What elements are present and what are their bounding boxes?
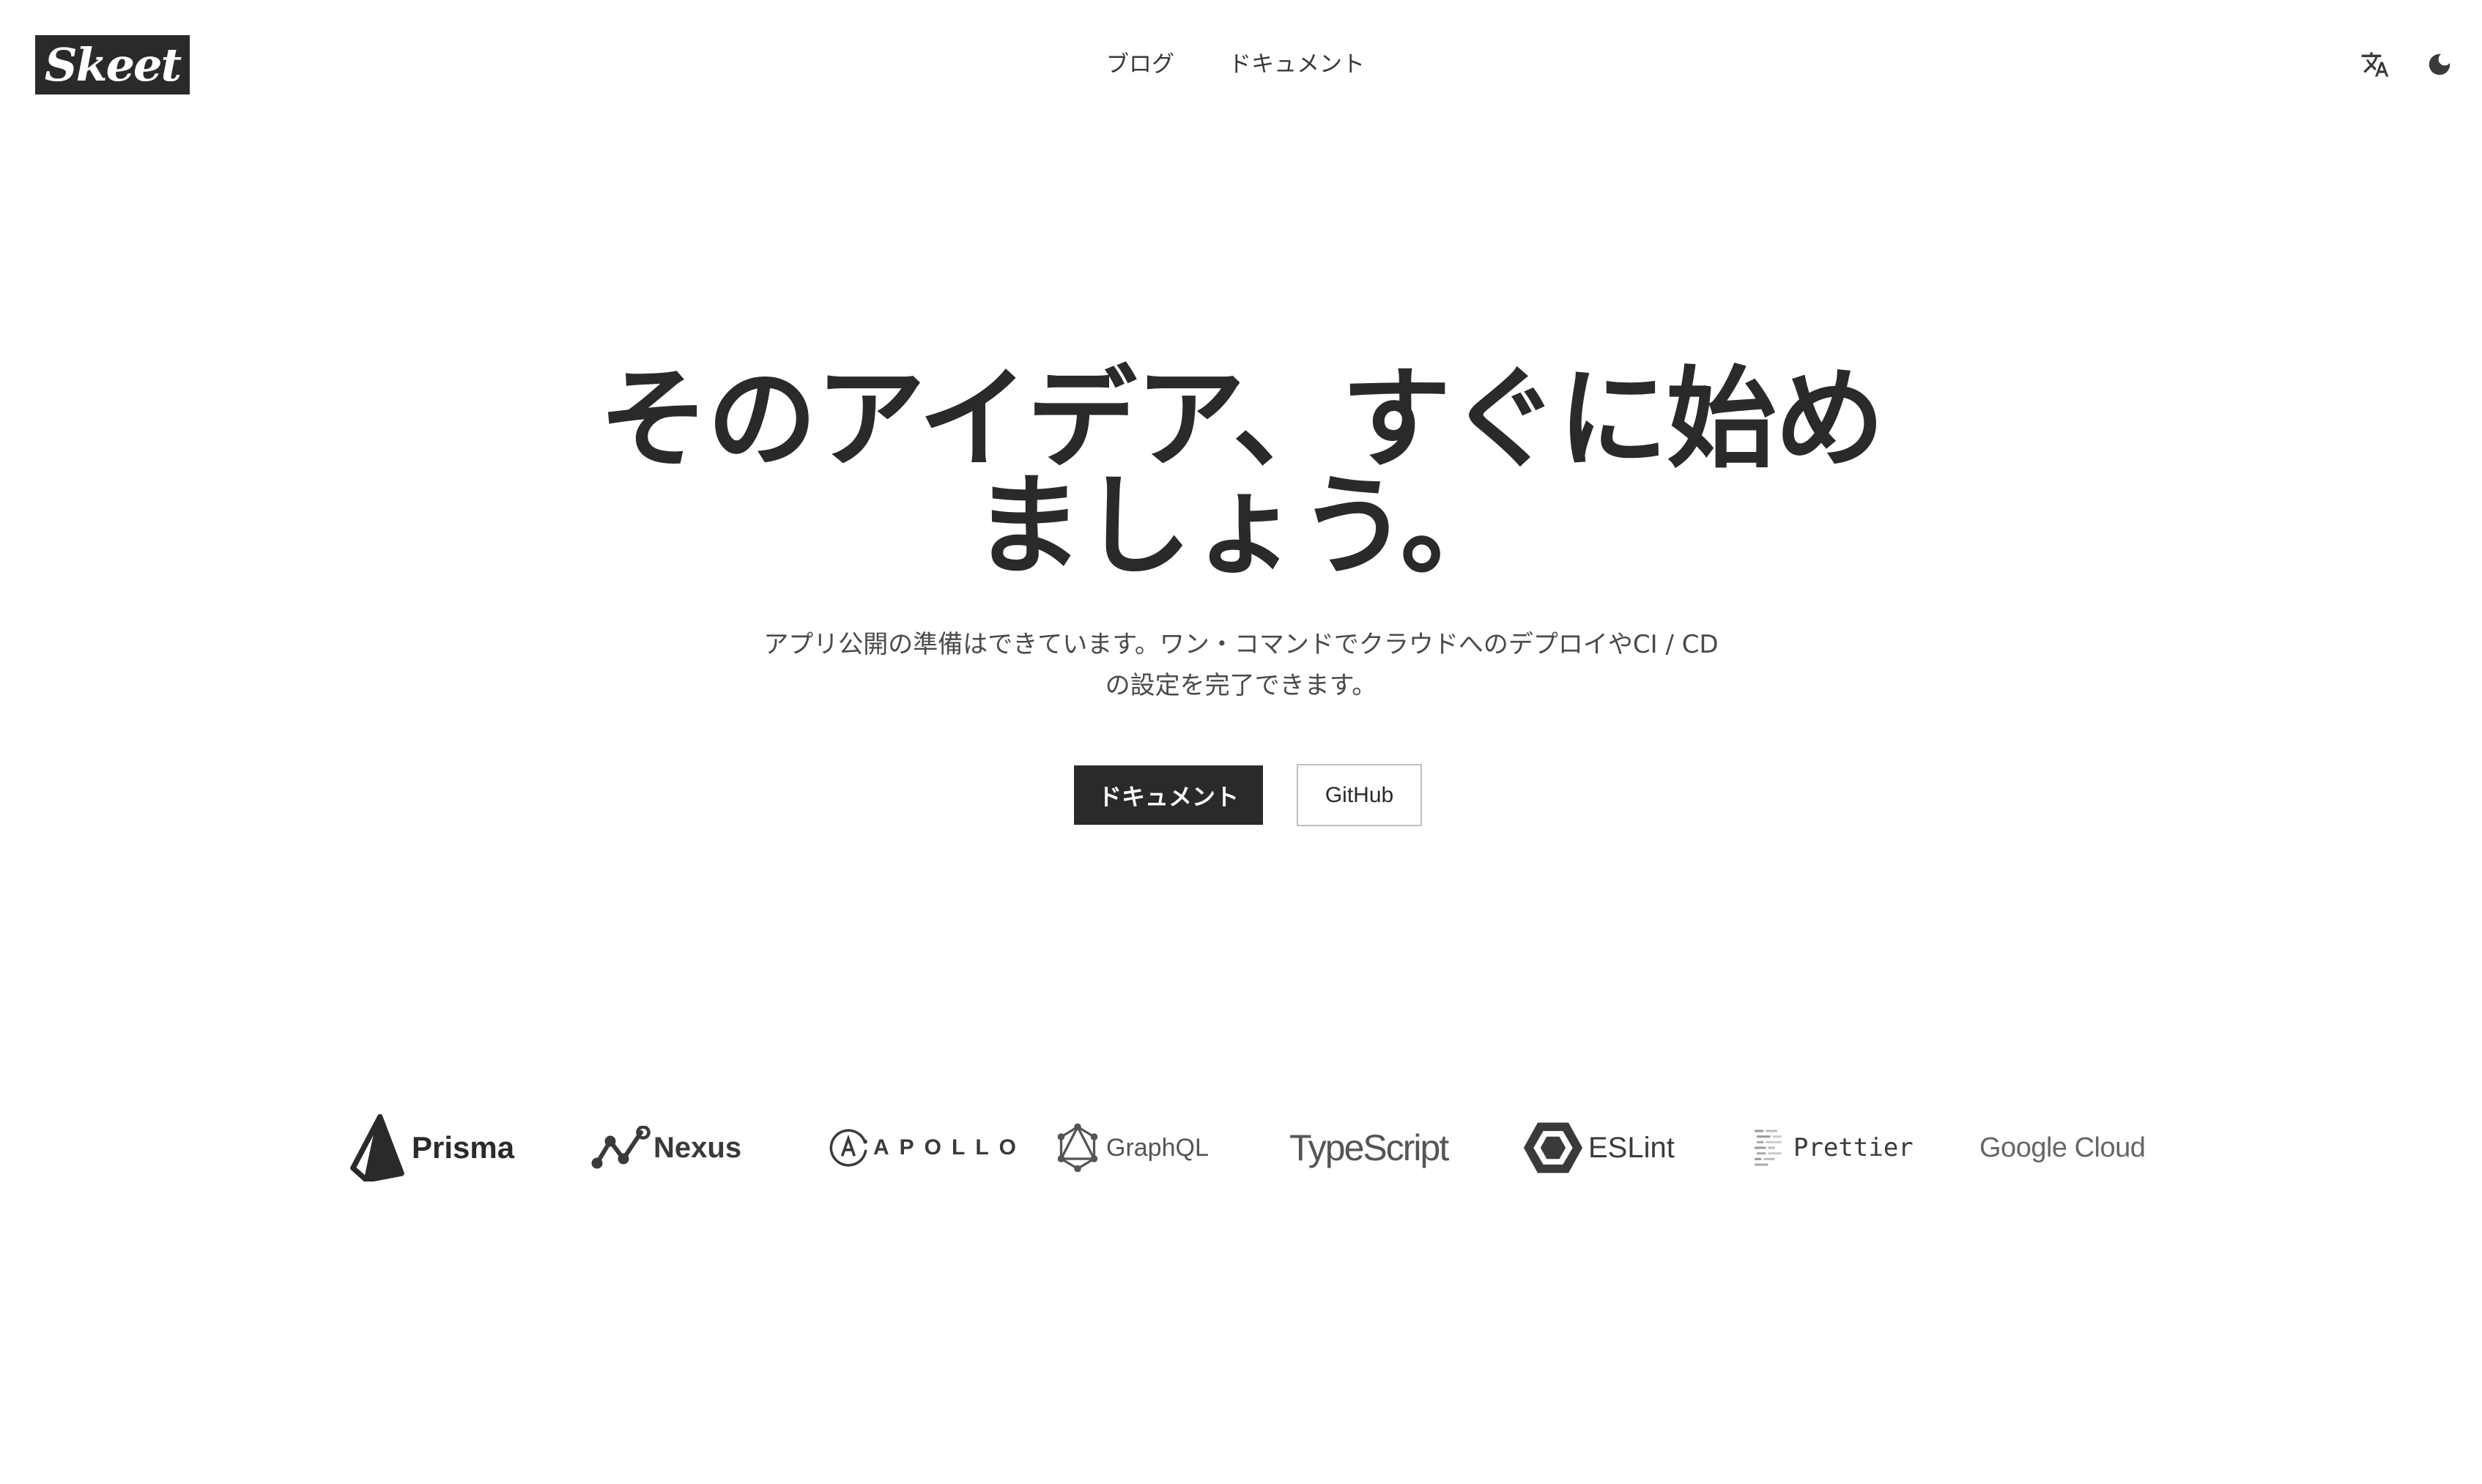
apollo-icon	[828, 1127, 869, 1168]
nav-docs-link[interactable]: ドキュメント	[1229, 47, 1365, 82]
nexus-logo: Nexus	[590, 1108, 741, 1188]
hero-description-line-2: の設定を完了できます。	[1105, 671, 1377, 700]
graphql-icon	[1055, 1124, 1100, 1172]
apollo-logo: APOLLO	[828, 1108, 1026, 1188]
prettier-text: Prettier	[1793, 1133, 1914, 1162]
github-button[interactable]: GitHub	[1297, 764, 1422, 826]
prisma-logo: Prisma	[350, 1108, 514, 1188]
docs-button[interactable]: ドキュメント	[1074, 765, 1263, 825]
nexus-text: Nexus	[653, 1131, 742, 1164]
apollo-text: APOLLO	[873, 1135, 1026, 1160]
graphql-text: GraphQL	[1106, 1133, 1209, 1162]
typescript-logo: TypeScript	[1289, 1108, 1449, 1188]
skeet-logo[interactable]: Skeet	[35, 35, 190, 94]
partner-logos: Prisma Nexus APOLLO GraphQL TypeScript E…	[0, 1108, 2482, 1188]
language-button[interactable]	[2355, 44, 2396, 85]
graphql-logo: GraphQL	[1055, 1108, 1209, 1188]
hero-title-line-2: ましょう。	[973, 463, 1510, 590]
hero-title-line-1: そのアイデア、すぐに始め	[599, 356, 1885, 483]
eslint-icon	[1522, 1119, 1584, 1176]
nexus-icon	[590, 1126, 652, 1170]
eslint-text: ESLint	[1588, 1131, 1675, 1164]
nav-blog-link[interactable]: ブログ	[1106, 47, 1174, 82]
google-cloud-text: Google Cloud	[1979, 1132, 2146, 1163]
typescript-text: TypeScript	[1289, 1127, 1449, 1168]
hero-title: そのアイデア、すぐに始め ましょう。	[0, 356, 2482, 590]
moon-icon	[2429, 53, 2450, 75]
theme-toggle-button[interactable]	[2419, 44, 2460, 85]
eslint-logo: ESLint	[1522, 1108, 1675, 1188]
google-cloud-logo: Google Cloud	[1979, 1108, 2146, 1188]
main-nav: ブログ ドキュメント	[1106, 47, 1365, 82]
prisma-text: Prisma	[412, 1130, 515, 1165]
prisma-icon	[350, 1114, 404, 1181]
prettier-logo: Prettier	[1752, 1108, 1914, 1188]
translate-icon	[2361, 52, 2389, 77]
hero-description-line-1: アプリ公開の準備はできています。ワン・コマンドでクラウドへのデプロイやCI / …	[763, 630, 1719, 659]
hero-description: アプリ公開の準備はできています。ワン・コマンドでクラウドへのデプロイやCI / …	[0, 624, 2482, 706]
prettier-icon	[1752, 1127, 1786, 1168]
page: Skeet ブログ ドキュメント そのアイデア、すぐに始め ましょう。 アプリ公…	[0, 0, 2482, 1484]
